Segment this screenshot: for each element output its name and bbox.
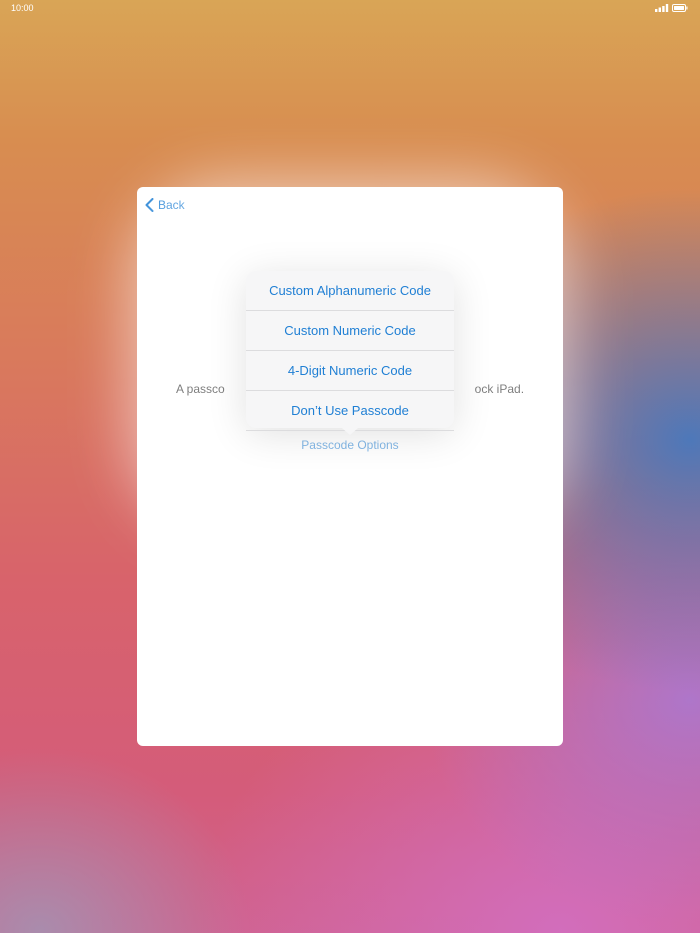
option-4-digit-numeric-code[interactable]: 4-Digit Numeric Code [246,351,454,391]
passcode-description-start: A passco [175,382,225,396]
passcode-options-popover: Custom Alphanumeric Code Custom Numeric … [246,271,454,435]
passcode-options-link[interactable]: Passcode Options [137,438,563,452]
signal-bars-icon [655,4,669,12]
back-button-label: Back [158,198,185,212]
battery-icon [672,4,688,12]
popover-arrow [342,428,358,435]
option-custom-alphanumeric-code[interactable]: Custom Alphanumeric Code [246,271,454,311]
back-button[interactable]: Back [145,198,185,212]
chevron-left-icon [145,198,154,212]
status-bar: 10:00 [0,0,700,18]
status-time: 10:00 [11,3,34,13]
passcode-description-end: ock iPad. [474,382,525,396]
option-dont-use-passcode[interactable]: Don’t Use Passcode [246,391,454,431]
option-custom-numeric-code[interactable]: Custom Numeric Code [246,311,454,351]
ipad-screen: 10:00 Back A passco ock iPad. Passcode Op… [0,0,700,933]
